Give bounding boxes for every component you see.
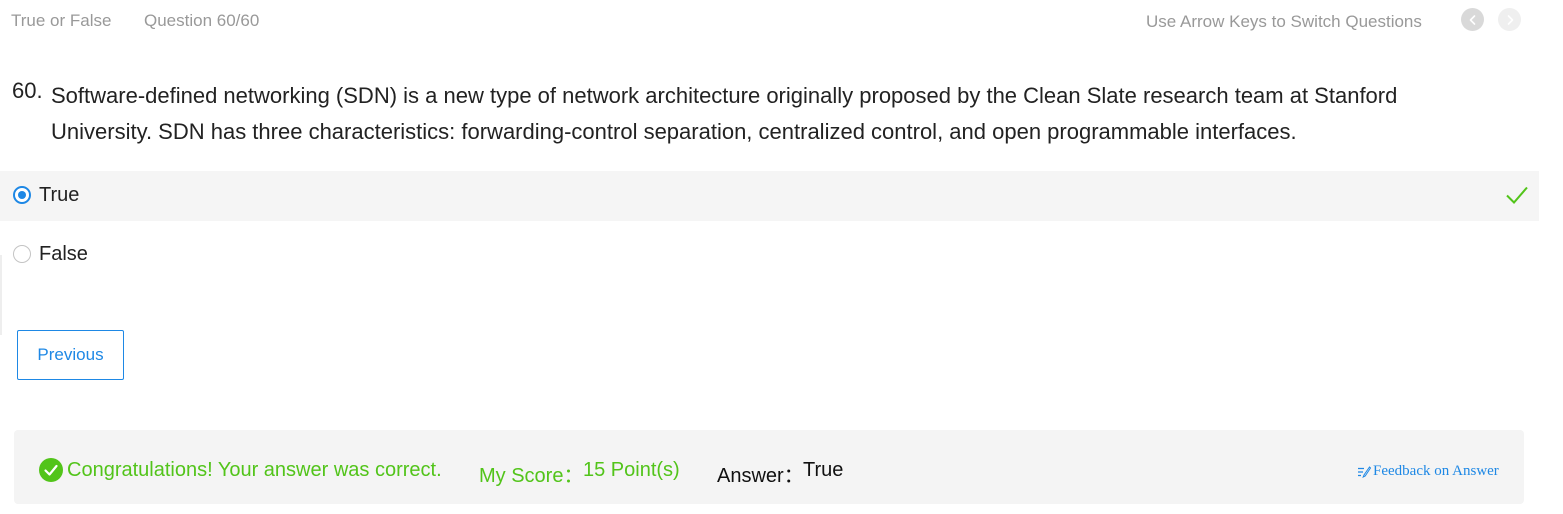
feedback-link-text: Feedback on Answer (1373, 463, 1499, 479)
option-label: False (39, 243, 88, 265)
result-panel: Congratulations! Your answer was correct… (14, 430, 1524, 504)
question-number: 60. (12, 78, 43, 103)
feedback-on-answer-link[interactable]: Feedback on Answer (1357, 463, 1499, 480)
option-true[interactable]: True (0, 171, 1539, 221)
chevron-left-icon (1469, 14, 1475, 25)
answer-value: True (803, 459, 844, 481)
question-text: Software-defined networking (SDN) is a n… (51, 83, 1398, 144)
answer-label: Answer： (717, 465, 804, 487)
radio-true[interactable] (13, 186, 31, 204)
left-edge-divider (0, 255, 2, 335)
chevron-right-icon (1507, 14, 1513, 25)
check-circle-icon (39, 458, 63, 482)
result-message: Congratulations! Your answer was correct… (67, 459, 442, 481)
checkmark-icon (1506, 186, 1528, 204)
previous-button[interactable]: Previous (17, 330, 124, 380)
next-question-button[interactable] (1498, 8, 1521, 31)
edit-list-icon (1358, 465, 1371, 478)
question-header: True or False Question 60/60 Use Arrow K… (0, 0, 1563, 44)
question-type: True or False (11, 11, 112, 30)
option-false[interactable]: False (0, 230, 1539, 280)
question-counter: Question 60/60 (144, 11, 260, 30)
radio-false[interactable] (13, 245, 31, 263)
score-label: My Score： (479, 465, 584, 487)
navigation-hint: Use Arrow Keys to Switch Questions (1146, 12, 1422, 31)
previous-question-button[interactable] (1461, 8, 1484, 31)
quiz-page: True or False Question 60/60 Use Arrow K… (0, 0, 1563, 514)
score-value: 15 Point(s) (583, 459, 680, 481)
option-label: True (39, 184, 80, 206)
